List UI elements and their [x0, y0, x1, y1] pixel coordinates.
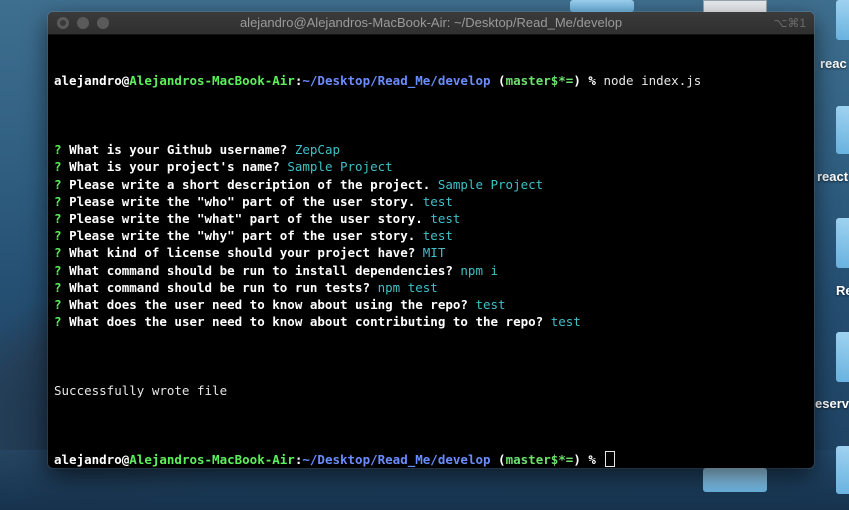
- question-mark: ?: [54, 159, 62, 175]
- title-bar[interactable]: alejandro@Alejandros-MacBook-Air: ~/Desk…: [48, 12, 814, 35]
- prompt-path: ~/Desktop/Read_Me/develop: [302, 73, 491, 89]
- question-text: Please write a short description of the …: [69, 176, 431, 192]
- question-text: What command should be run to run tests?: [69, 279, 371, 295]
- window-title: alejandro@Alejandros-MacBook-Air: ~/Desk…: [239, 15, 623, 30]
- prompt-branch-open: (: [490, 73, 506, 89]
- terminal-output[interactable]: alejandro@Alejandros-MacBook-Air:~/Deskt…: [48, 35, 814, 468]
- question-list: ? What is your Github username? ZepCap? …: [54, 141, 808, 330]
- question-mark: ?: [54, 279, 62, 295]
- question-answer: test: [422, 228, 453, 244]
- prompt-branch-close: ): [573, 451, 581, 467]
- question-text: What does the user need to know about us…: [69, 296, 468, 312]
- desktop-icon-label[interactable]: eserv: [815, 396, 849, 411]
- question-mark: ?: [54, 193, 62, 209]
- text-cursor[interactable]: [605, 450, 616, 467]
- question-mark: ?: [54, 314, 62, 330]
- prompt-line: alejandro@Alejandros-MacBook-Air:~/Deskt…: [54, 72, 808, 89]
- question-answer: Sample Project: [287, 159, 393, 175]
- desktop-folder-icon[interactable]: [836, 446, 849, 494]
- prompt-branch: master: [505, 73, 551, 89]
- question-line: ? Please write the "why" part of the use…: [54, 227, 808, 244]
- desktop-folder-icon[interactable]: [836, 0, 849, 40]
- prompt-host: Alejandros-MacBook-Air: [129, 451, 295, 467]
- prompt-user: alejandro: [54, 451, 122, 467]
- question-answer: test: [422, 193, 453, 209]
- question-answer: MIT: [422, 245, 446, 261]
- question-answer: Sample Project: [437, 176, 544, 192]
- prompt-symbol: %: [580, 73, 604, 89]
- desktop-folder-icon[interactable]: [703, 468, 767, 492]
- question-text: Please write the "who" part of the user …: [69, 193, 416, 209]
- prompt-branch-close: ): [573, 73, 581, 89]
- prompt-path: ~/Desktop/Read_Me/develop: [302, 451, 491, 467]
- question-answer: ZepCap: [294, 142, 340, 158]
- desktop-folder-icon[interactable]: [836, 218, 849, 268]
- question-mark: ?: [54, 245, 62, 261]
- question-mark: ?: [54, 262, 62, 278]
- question-text: What command should be run to install de…: [69, 262, 453, 278]
- prompt-symbol: %: [580, 451, 604, 467]
- prompt-user: alejandro: [54, 73, 122, 89]
- prompt-branch-open: (: [490, 451, 506, 467]
- question-line: ? Please write a short description of th…: [54, 176, 808, 193]
- result-message: Successfully wrote file: [54, 382, 228, 398]
- question-answer: test: [430, 210, 461, 226]
- question-text: What is your Github username?: [69, 142, 288, 158]
- question-mark: ?: [54, 176, 62, 192]
- question-line: ? What kind of license should your proje…: [54, 244, 808, 261]
- question-line: ? What does the user need to know about …: [54, 313, 808, 330]
- prompt-branch: master: [505, 451, 551, 467]
- question-line: ? Please write the "who" part of the use…: [54, 193, 808, 210]
- desktop-icon-label[interactable]: reac: [820, 56, 847, 71]
- desktop-folder-icon[interactable]: [836, 106, 849, 154]
- question-text: What does the user need to know about co…: [69, 314, 544, 330]
- question-line: ? What is your project's name? Sample Pr…: [54, 158, 808, 175]
- desktop-folder-icon[interactable]: [836, 332, 849, 382]
- desktop-icon-label[interactable]: react: [817, 169, 848, 184]
- question-text: Please write the "what" part of the user…: [69, 210, 423, 226]
- question-line: ? What command should be run to run test…: [54, 279, 808, 296]
- question-answer: npm i: [460, 262, 499, 278]
- question-answer: test: [550, 314, 581, 330]
- question-mark: ?: [54, 228, 62, 244]
- desktop-folder-icon[interactable]: [570, 0, 634, 12]
- question-line: ? What is your Github username? ZepCap: [54, 141, 808, 158]
- question-mark: ?: [54, 210, 62, 226]
- prompt-host: Alejandros-MacBook-Air: [129, 73, 295, 89]
- window-shortcut: ⌥⌘1: [773, 16, 806, 30]
- question-line: ? What does the user need to know about …: [54, 296, 808, 313]
- question-mark: ?: [54, 296, 62, 312]
- prompt-branch-status: $*=: [550, 73, 574, 89]
- command-text: node index.js: [603, 73, 702, 89]
- question-line: ? Please write the "what" part of the us…: [54, 210, 808, 227]
- terminal-window[interactable]: alejandro@Alejandros-MacBook-Air: ~/Desk…: [48, 12, 814, 468]
- prompt-line[interactable]: alejandro@Alejandros-MacBook-Air:~/Deskt…: [54, 450, 808, 468]
- question-answer: npm test: [377, 279, 438, 295]
- prompt-branch-status: $*=: [550, 451, 574, 467]
- question-mark: ?: [54, 142, 62, 158]
- question-text: What kind of license should your project…: [69, 245, 416, 261]
- desktop-icon-label[interactable]: Re: [836, 283, 849, 298]
- question-text: Please write the "why" part of the user …: [69, 228, 416, 244]
- question-answer: test: [475, 296, 506, 312]
- question-line: ? What command should be run to install …: [54, 262, 808, 279]
- question-text: What is your project's name?: [69, 159, 280, 175]
